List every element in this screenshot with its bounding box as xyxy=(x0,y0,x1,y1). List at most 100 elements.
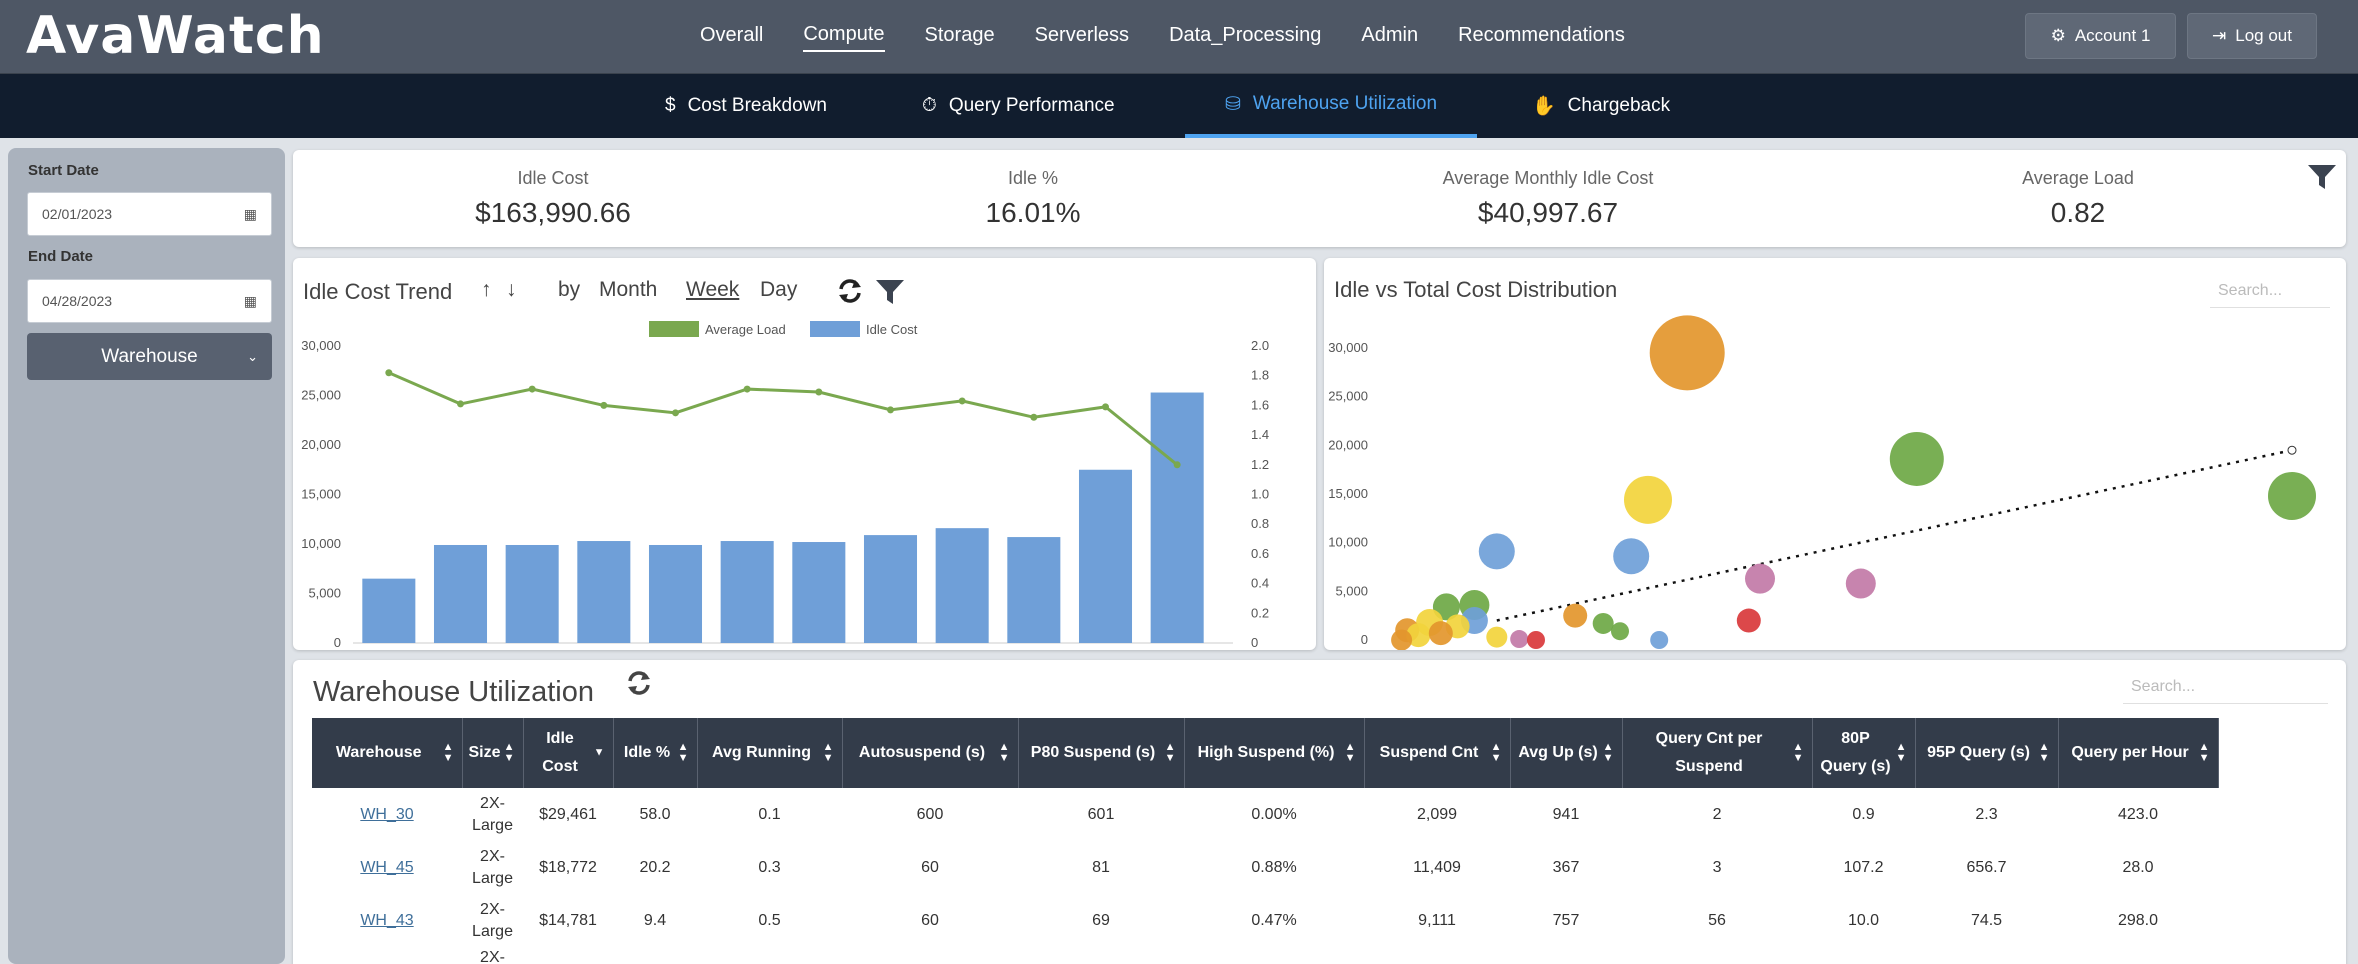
column-header-idle[interactable]: Idle % ▲ ▼ xyxy=(613,718,698,788)
table-row[interactable]: WH_45 2X-Large $18,772 20.2 0.3 60 81 0.88% 11,4… xyxy=(312,841,2218,894)
scatter-point-21[interactable] xyxy=(1611,622,1629,641)
nav-overall[interactable]: Overall xyxy=(700,24,763,51)
filter-icon[interactable] xyxy=(2306,162,2338,192)
bar-idle-cost-202305[interactable] xyxy=(362,578,416,643)
warehouse-link[interactable]: WH_45 xyxy=(360,859,413,876)
sort-icon[interactable]: ▲ ▼ xyxy=(1896,742,1907,764)
tab-cost-breakdown[interactable]: $ Cost Breakdown xyxy=(665,74,827,138)
column-header-high-suspend[interactable]: High Suspend (%) ▲ ▼ xyxy=(1184,718,1365,788)
column-header-warehouse[interactable]: Warehouse ▲ ▼ xyxy=(312,718,463,788)
warehouse-link[interactable]: WH_30 xyxy=(360,806,413,823)
warehouse-dropdown[interactable]: Warehouse ⌄ xyxy=(27,333,272,380)
warehouse-link[interactable]: WH_43 xyxy=(360,912,413,929)
cell-warehouse[interactable]: WH_30 xyxy=(312,788,462,841)
scatter-point-19[interactable] xyxy=(1486,626,1508,648)
table-row[interactable]: WH_30 2X-Large $29,461 58.0 0.1 600 601 0.00% 2,… xyxy=(312,788,2218,841)
scatter-point-20[interactable] xyxy=(1391,629,1413,651)
account-button[interactable]: ⚙ Account 1 xyxy=(2025,13,2176,59)
column-header-avg-up-s[interactable]: Avg Up (s) ▲ ▼ xyxy=(1510,718,1623,788)
average-load-point-202312[interactable] xyxy=(887,406,894,414)
bar-idle-cost-202314[interactable] xyxy=(1007,537,1061,643)
scatter-point-13[interactable] xyxy=(1563,603,1588,628)
scatter-point-17[interactable] xyxy=(1428,621,1453,646)
scatter-point-5[interactable] xyxy=(1613,538,1650,575)
scatter-point-1[interactable] xyxy=(1889,431,1944,486)
average-load-point-202314[interactable] xyxy=(1030,413,1038,421)
sort-icon[interactable]: ▲ ▼ xyxy=(1793,742,1804,764)
table-search-input[interactable]: Search... xyxy=(2123,670,2328,704)
sort-icon[interactable]: ▲ ▼ xyxy=(2039,742,2050,764)
app-logo[interactable]: AvaWatch xyxy=(26,6,325,66)
column-header-query-cnt-per-suspend[interactable]: Query Cnt per Suspend ▲ ▼ xyxy=(1622,718,1813,788)
tab-query-performance[interactable]: ⏱ Query Performance xyxy=(922,74,1115,138)
refresh-icon[interactable] xyxy=(624,668,654,698)
bar-idle-cost-202308[interactable] xyxy=(577,541,631,643)
bar-idle-cost-202312[interactable] xyxy=(863,535,918,643)
average-load-point-202315[interactable] xyxy=(1102,403,1109,411)
sort-icon[interactable]: ▲ ▼ xyxy=(1491,742,1502,764)
tab-warehouse-utilization[interactable]: ⛁ Warehouse Utilization xyxy=(1185,74,1478,138)
sort-icon[interactable]: ▲ ▼ xyxy=(678,742,689,764)
nav-serverless[interactable]: Serverless xyxy=(1035,24,1129,51)
column-header-query-per-hour[interactable]: Query per Hour ▲ ▼ xyxy=(2058,718,2219,788)
bar-idle-cost-202311[interactable] xyxy=(792,542,846,643)
column-header-80p-query-s[interactable]: 80P Query (s) ▲ ▼ xyxy=(1812,718,1916,788)
table-row[interactable]: WH_43 2X-Large $14,781 9.4 0.5 60 69 0.47% 9,111… xyxy=(312,894,2218,947)
scatter-point-24[interactable] xyxy=(1527,631,1545,649)
column-header-95p-query-s[interactable]: 95P Query (s) ▲ ▼ xyxy=(1915,718,2059,788)
bar-idle-cost-202309[interactable] xyxy=(648,544,703,643)
cell-warehouse[interactable]: WH_45 xyxy=(312,841,462,894)
bar-idle-cost-202310[interactable] xyxy=(720,541,774,643)
average-load-point-202309[interactable] xyxy=(672,409,679,417)
logout-button[interactable]: ⇥ Log out xyxy=(2187,13,2317,59)
average-load-point-202307[interactable] xyxy=(528,385,536,393)
column-header-p80-suspend-s[interactable]: P80 Suspend (s) ▲ ▼ xyxy=(1018,718,1185,788)
sort-icon[interactable]: ▲ ▼ xyxy=(1165,742,1176,764)
sort-icon[interactable]: ▲ ▼ xyxy=(504,742,515,764)
column-header-idle-cost[interactable]: Idle Cost ▼ xyxy=(523,718,614,788)
calendar-icon[interactable]: ▦ xyxy=(244,206,257,223)
nav-recommendations[interactable]: Recommendations xyxy=(1458,24,1625,51)
end-date-input[interactable]: 04/28/2023 ▦ xyxy=(27,279,272,323)
average-load-point-202311[interactable] xyxy=(815,388,823,396)
bar-idle-cost-202313[interactable] xyxy=(935,528,989,643)
sort-icon[interactable]: ▲ ▼ xyxy=(1603,742,1614,764)
scatter-point-6[interactable] xyxy=(1745,563,1775,594)
average-load-point-202310[interactable] xyxy=(743,385,751,393)
bar-idle-cost-202315[interactable] xyxy=(1078,469,1133,643)
sort-icon[interactable]: ▲ ▼ xyxy=(823,742,834,764)
sort-icon[interactable]: ▲ ▼ xyxy=(1345,742,1356,764)
bar-idle-cost-202316[interactable] xyxy=(1150,392,1204,643)
sort-icon[interactable]: ▲ ▼ xyxy=(2199,742,2210,764)
column-header-suspend-cnt[interactable]: Suspend Cnt ▲ ▼ xyxy=(1364,718,1511,788)
scatter-point-18[interactable] xyxy=(1592,612,1614,634)
column-header-avg-running[interactable]: Avg Running ▲ ▼ xyxy=(697,718,843,788)
tab-chargeback[interactable]: ✋ Chargeback xyxy=(1532,74,1670,138)
nav-compute[interactable]: Compute xyxy=(803,23,885,52)
scatter-point-2[interactable] xyxy=(2268,471,2316,520)
average-load-point-202308[interactable] xyxy=(600,401,608,409)
average-load-point-202306[interactable] xyxy=(457,400,464,408)
scatter-point-12[interactable] xyxy=(1736,608,1761,633)
average-load-point-202313[interactable] xyxy=(958,397,966,405)
nav-admin[interactable]: Admin xyxy=(1361,24,1418,51)
column-header-size[interactable]: Size ▲ ▼ xyxy=(462,718,524,788)
nav-data-processing[interactable]: Data_Processing xyxy=(1169,24,1321,51)
average-load-point-202305[interactable] xyxy=(385,369,393,377)
cell-warehouse[interactable]: WH_43 xyxy=(312,894,462,947)
scatter-point-22[interactable] xyxy=(1650,631,1669,649)
calendar-icon[interactable]: ▦ xyxy=(244,293,257,310)
start-date-input[interactable]: 02/01/2023 ▦ xyxy=(27,192,272,236)
column-header-autosuspend-s[interactable]: Autosuspend (s) ▲ ▼ xyxy=(842,718,1019,788)
average-load-point-202316[interactable] xyxy=(1173,461,1181,469)
scatter-point-7[interactable] xyxy=(1845,568,1876,599)
scatter-point-23[interactable] xyxy=(1510,630,1529,649)
bar-idle-cost-202307[interactable] xyxy=(505,544,559,643)
bar-idle-cost-202306[interactable] xyxy=(433,544,488,643)
nav-storage[interactable]: Storage xyxy=(925,24,995,51)
scatter-point-0[interactable] xyxy=(1649,315,1725,391)
scatter-point-3[interactable] xyxy=(1624,475,1672,524)
sort-icon[interactable]: ▲ ▼ xyxy=(443,742,454,764)
sort-descending-icon[interactable]: ▼ xyxy=(594,747,605,759)
sort-icon[interactable]: ▲ ▼ xyxy=(999,742,1010,764)
